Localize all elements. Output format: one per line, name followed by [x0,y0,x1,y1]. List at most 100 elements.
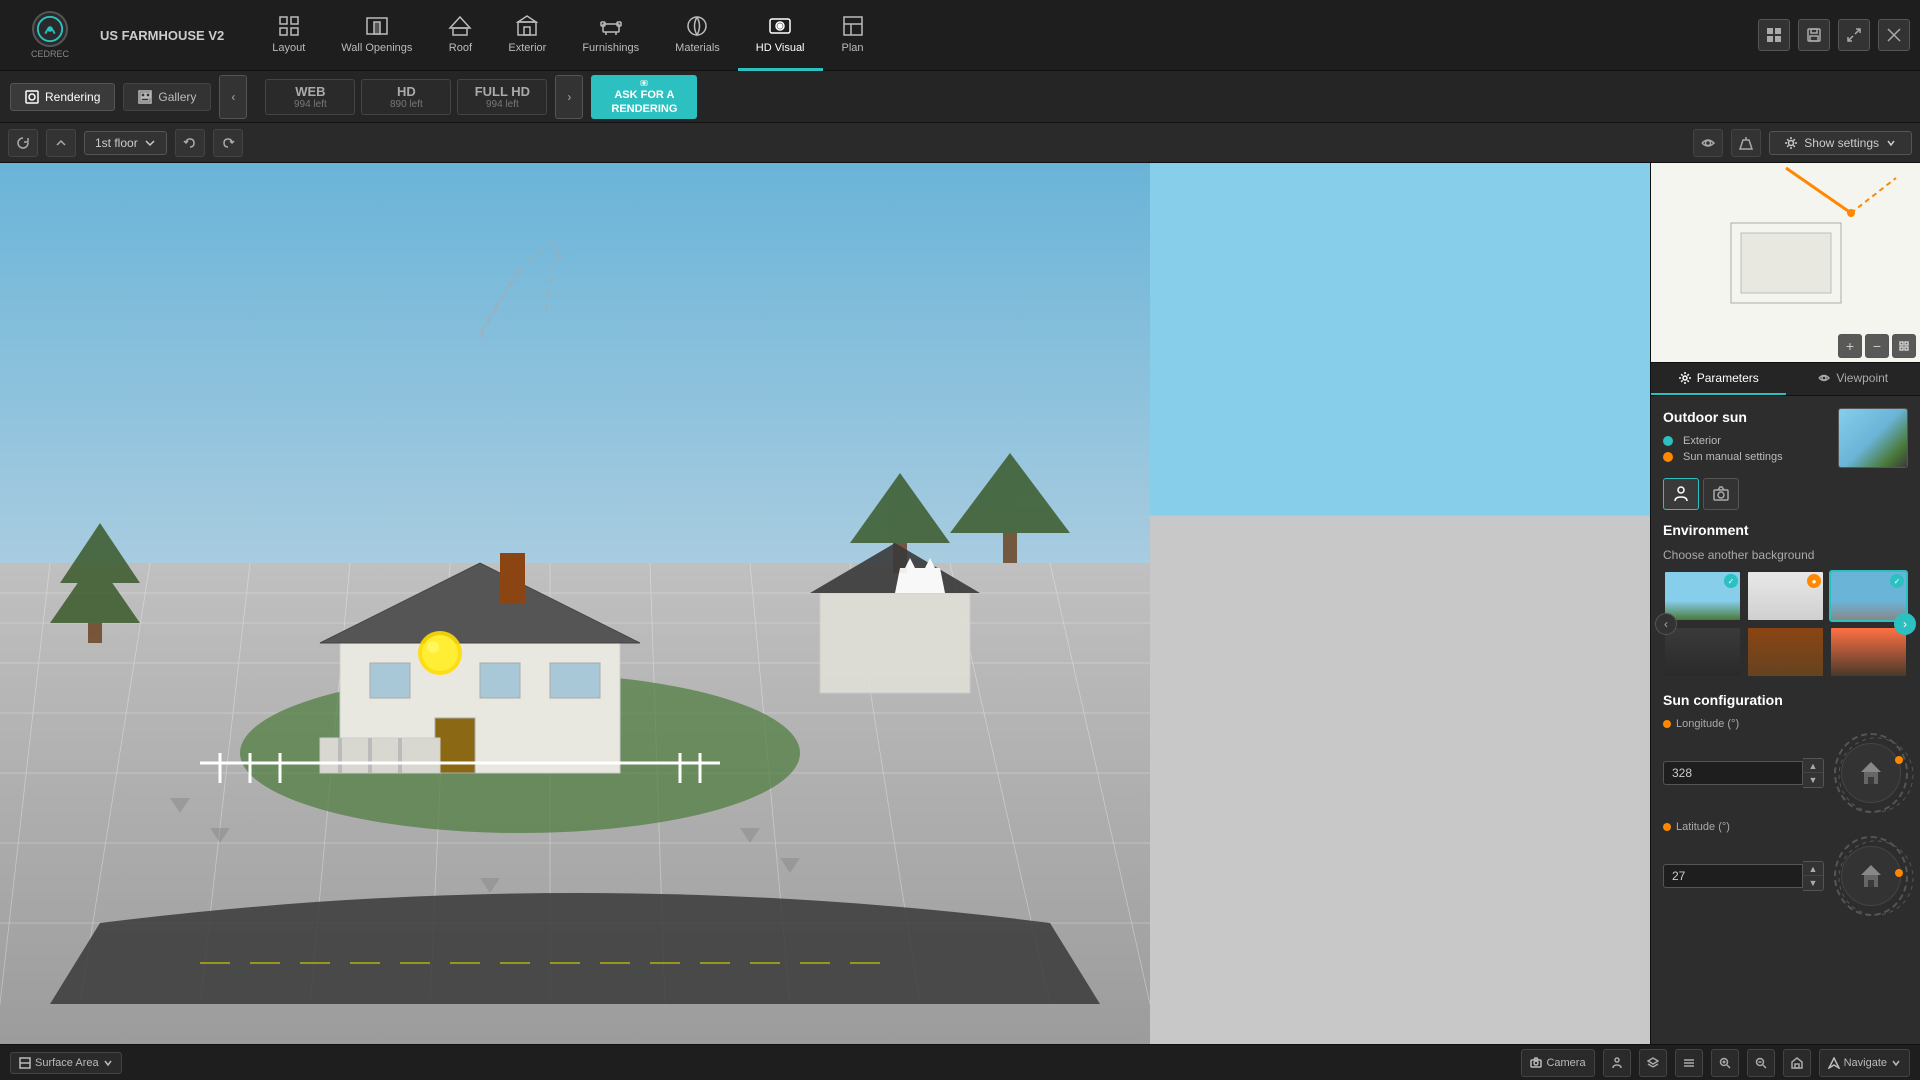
toolbar-exterior[interactable]: Exterior [490,0,564,71]
person-toggle[interactable] [1663,478,1699,510]
save-button[interactable] [1798,19,1830,51]
toolbar-wall-openings[interactable]: Wall Openings [323,0,430,71]
logo-area: CEDREC [10,11,90,59]
bg-brick-thumb[interactable] [1746,626,1825,678]
sun-manual-dot [1663,452,1673,462]
zoom-in-btn[interactable] [1711,1049,1739,1077]
render-options: WEB 994 left HD 890 left FULL HD 994 lef… [265,79,547,115]
latitude-up[interactable]: ▲ [1803,862,1823,876]
latitude-input[interactable] [1663,864,1803,888]
render-opt-web[interactable]: WEB 994 left [265,79,355,115]
longitude-up[interactable]: ▲ [1803,759,1823,773]
mini-map-zoom-in[interactable]: + [1838,334,1862,358]
bg-dark-room-img [1665,628,1740,676]
bg-brick-img [1748,628,1823,676]
longitude-input[interactable] [1663,761,1803,785]
logo-text: CEDREC [31,49,69,59]
exterior-dot [1663,436,1673,446]
second-bar: Rendering Gallery ‹ WEB 994 left HD 890 … [0,71,1920,123]
bg-sky-badge: ✓ [1724,574,1738,588]
longitude-dot [1663,720,1671,728]
maximize-button[interactable] [1838,19,1870,51]
ask-rendering-button[interactable]: ASK FOR A RENDERING [591,75,697,119]
status-right: Camera [1521,1049,1910,1077]
camera-toggle[interactable] [1703,478,1739,510]
sun-config-section: Sun configuration Longitude (°) ▲ ▼ [1663,692,1908,916]
choose-bg-label: Choose another background [1663,548,1908,562]
tab-rendering[interactable]: Rendering [10,83,115,111]
tab-gallery[interactable]: Gallery [123,83,211,111]
toolbar-materials[interactable]: Materials [657,0,738,71]
toolbar-layout[interactable]: Layout [254,0,323,71]
panel-content: Outdoor sun Exterior Sun manual settings [1651,396,1920,1044]
zoom-out-btn[interactable] [1747,1049,1775,1077]
environment-section: Environment Choose another background ‹ … [1663,522,1908,678]
mini-map-fit[interactable] [1892,334,1916,358]
sun-preview-image [1839,409,1907,467]
sun-config-title: Sun configuration [1663,692,1908,708]
longitude-dial[interactable] [1834,733,1908,813]
refresh-button[interactable] [8,129,38,157]
panel-tabs: Parameters Viewpoint [1651,363,1920,396]
latitude-stepper: ▲ ▼ [1803,861,1824,891]
layers-status-btn[interactable] [1639,1049,1667,1077]
bg-evening-img [1831,628,1906,676]
render-next-arrow[interactable]: › [555,75,583,119]
toolbar-hd-visual[interactable]: HD Visual [738,0,823,71]
latitude-down[interactable]: ▼ [1803,876,1823,890]
bg-clear-sky-badge: ✓ [1890,574,1904,588]
render-prev-arrow[interactable]: ‹ [219,75,247,119]
close-button[interactable] [1878,19,1910,51]
status-bar: Surface Area Camera [0,1044,1920,1080]
latitude-field-row: ▲ ▼ [1663,861,1824,891]
viewport-bar: 1st floor Show settings [0,123,1920,163]
undo-button[interactable] [175,129,205,157]
bg-white-room-thumb[interactable]: ● [1746,570,1825,622]
toolbar-furnishings[interactable]: Furnishings [564,0,657,71]
bg-grid-container: ‹ ✓ ● ✓ [1663,570,1908,678]
toolbar-plan[interactable]: Plan [823,0,883,71]
floor-selector[interactable]: 1st floor [84,131,167,155]
perspective-tool-button[interactable] [1731,129,1761,157]
sun-preview [1838,408,1908,468]
floor-up-button[interactable] [46,129,76,157]
latitude-input-area: ▲ ▼ [1663,836,1908,916]
outdoor-sun-info: Outdoor sun Exterior Sun manual settings [1663,409,1783,467]
outdoor-sun-header: Outdoor sun Exterior Sun manual settings [1663,408,1908,468]
home-btn[interactable] [1783,1049,1811,1077]
top-toolbar: CEDREC US FARMHOUSE V2 Layout Wall Openi… [0,0,1920,71]
redo-button[interactable] [213,129,243,157]
bg-white-room-badge: ● [1807,574,1821,588]
list-status-btn[interactable] [1675,1049,1703,1077]
mini-map-controls: + − [1838,334,1916,358]
lat-dial-orbit [1836,838,1916,918]
longitude-down[interactable]: ▼ [1803,773,1823,787]
toolbar-roof[interactable]: Roof [430,0,490,71]
navigate-item[interactable]: Navigate [1819,1049,1910,1077]
longitude-stepper: ▲ ▼ [1803,758,1824,788]
longitude-field-row: ▲ ▼ [1663,758,1824,788]
eye-tool-button[interactable] [1693,129,1723,157]
tab-viewpoint[interactable]: Viewpoint [1786,363,1920,395]
outdoor-sun-title: Outdoor sun [1663,409,1783,425]
person-status-btn[interactable] [1603,1049,1631,1077]
right-panel: + − Parameters [1650,163,1920,1044]
toolbar-right-controls [1758,19,1910,51]
render-opt-hd[interactable]: HD 890 left [361,79,451,115]
surface-area-item[interactable]: Surface Area [10,1052,122,1074]
latitude-dial[interactable] [1834,836,1908,916]
mini-map: + − [1651,163,1920,363]
exterior-setting: Exterior [1663,435,1783,447]
sun-manual-setting: Sun manual settings [1663,451,1783,463]
longitude-input-area: ▲ ▼ [1663,733,1908,813]
show-settings-button[interactable]: Show settings [1769,131,1912,155]
viewport[interactable] [0,163,1650,1044]
bg-next-arrow[interactable]: › [1894,613,1916,635]
camera-item[interactable]: Camera [1521,1049,1594,1077]
bg-prev-arrow[interactable]: ‹ [1655,613,1677,635]
mini-map-zoom-out[interactable]: − [1865,334,1889,358]
render-opt-full-hd[interactable]: FULL HD 994 left [457,79,547,115]
tab-parameters[interactable]: Parameters [1651,363,1786,395]
latitude-dot [1663,823,1671,831]
grid-view-button[interactable] [1758,19,1790,51]
